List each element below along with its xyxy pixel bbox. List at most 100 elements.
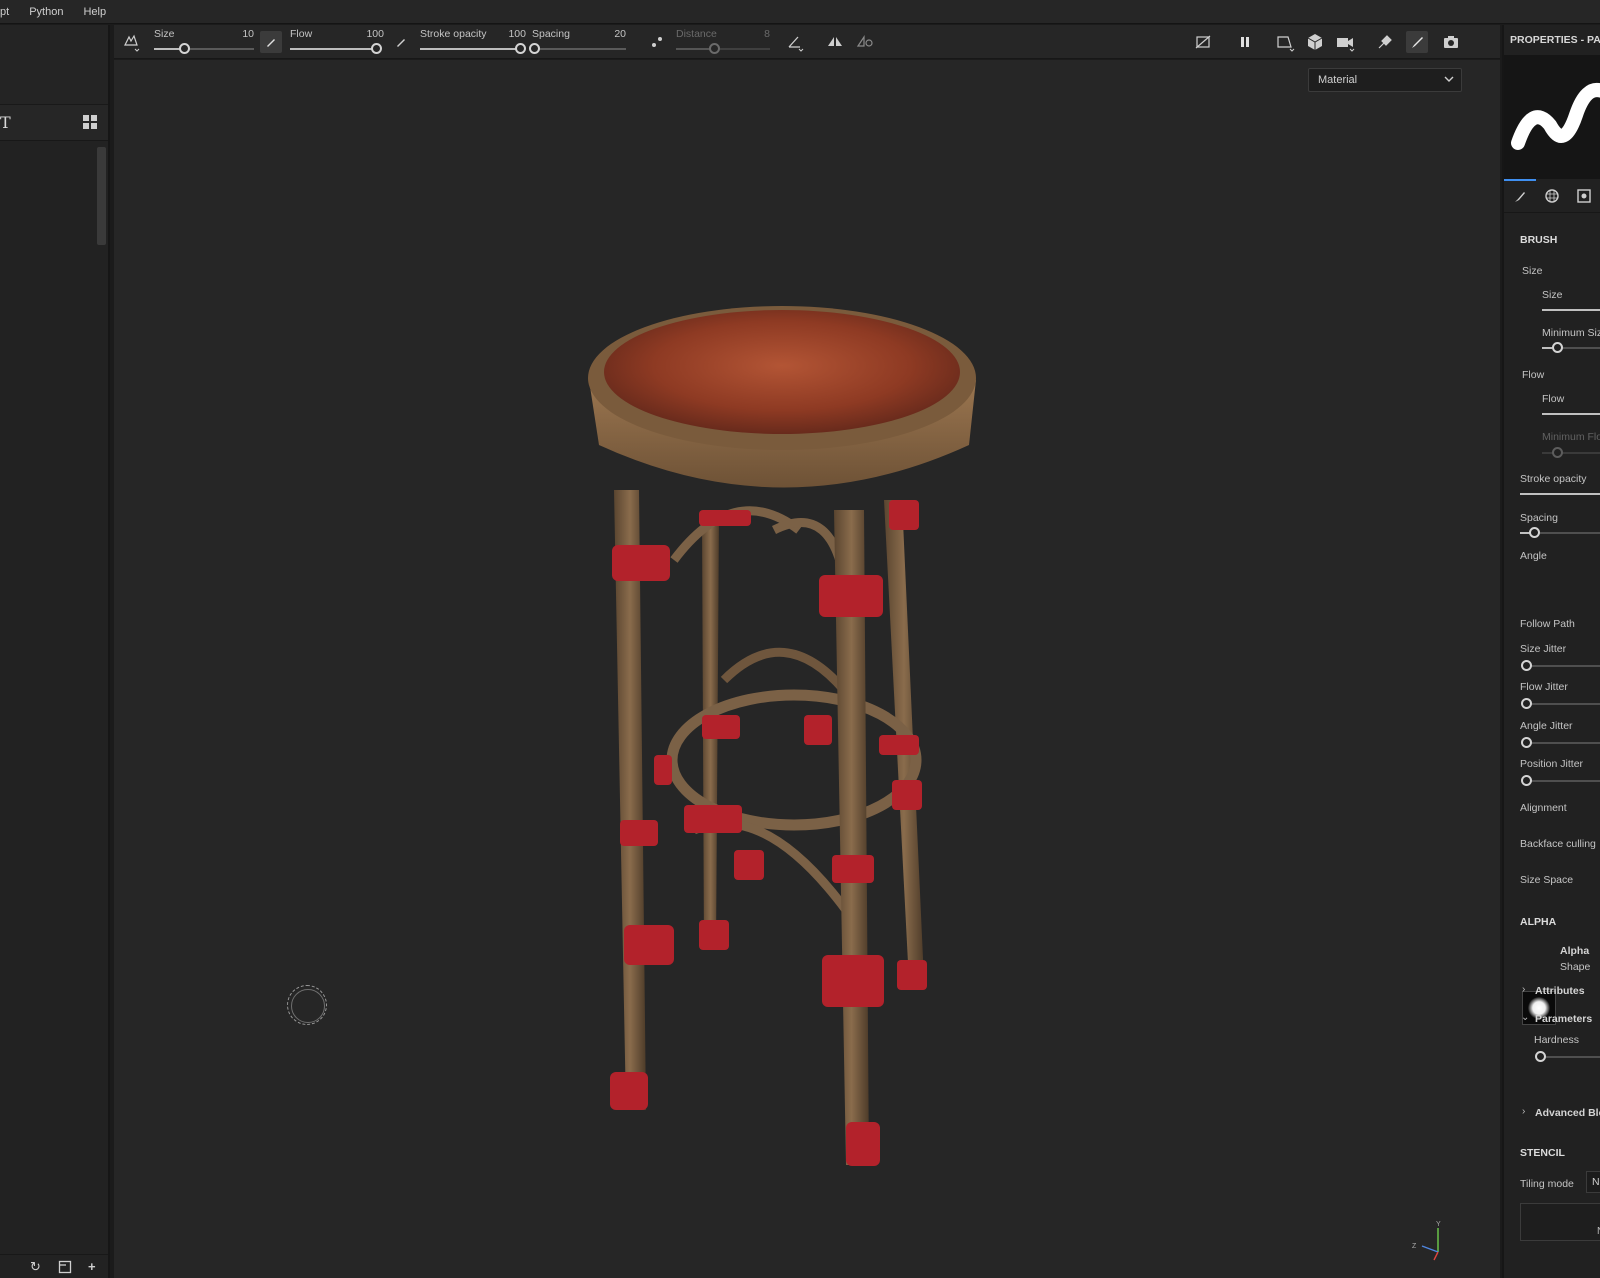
axis-gizmo: Y Z — [1412, 1221, 1441, 1261]
mirror-settings-icon[interactable] — [854, 31, 876, 53]
render-icon[interactable] — [1374, 31, 1396, 53]
minimum-flow-knob[interactable] — [1552, 447, 1563, 458]
toolbar-stroke-opacity-slider[interactable]: Stroke opacity 100 — [420, 25, 526, 59]
attributes-group-toggle[interactable]: Attributes — [1535, 985, 1585, 997]
size-group-label: Size — [1522, 265, 1543, 277]
pressure-flow-toggle[interactable] — [390, 31, 412, 53]
refresh-icon[interactable]: ↻ — [30, 1259, 41, 1275]
flow-jitter-label: Flow Jitter — [1520, 681, 1568, 693]
chevron-right-icon[interactable]: › — [1522, 1106, 1525, 1117]
size-label: Size — [1542, 289, 1563, 301]
size-jitter-knob[interactable] — [1521, 660, 1532, 671]
toolbar-size-value: 10 — [242, 28, 254, 40]
brush-tab-icon — [1515, 192, 1525, 202]
material-sphere-icon — [1545, 189, 1559, 203]
stroke-opacity-fill[interactable] — [1520, 493, 1600, 495]
view-3d-cube-icon[interactable] — [1304, 31, 1326, 53]
position-jitter-knob[interactable] — [1521, 775, 1532, 786]
hide-ui-icon[interactable] — [1192, 31, 1214, 53]
pause-icon — [1241, 37, 1249, 47]
advanced-blending-toggle[interactable]: Advanced Ble — [1535, 1107, 1600, 1119]
pressure-size-toggle[interactable] — [260, 31, 282, 53]
stencil-drop-area[interactable]: N — [1520, 1203, 1600, 1241]
toolbar-stroke-opacity-fill — [420, 48, 520, 50]
spacing-knob[interactable] — [1529, 527, 1540, 538]
stencil-section-header: STENCIL — [1520, 1147, 1565, 1159]
size-jitter-track — [1526, 665, 1600, 667]
toolbar-flow-slider[interactable]: Flow 100 — [290, 25, 384, 59]
chevron-right-icon[interactable]: › — [1522, 984, 1525, 995]
pen-pressure-icon — [267, 39, 275, 47]
flow-jitter-knob[interactable] — [1521, 698, 1532, 709]
left-panel-scrollbar[interactable] — [97, 147, 106, 245]
toolbar-spacing-value: 20 — [614, 28, 626, 40]
minimum-size-knob[interactable] — [1552, 342, 1563, 353]
tiling-mode-dropdown[interactable]: No — [1586, 1171, 1600, 1193]
menu-item-script[interactable]: pt — [0, 6, 9, 18]
properties-tabs — [1504, 179, 1600, 213]
size-jitter-label: Size Jitter — [1520, 643, 1567, 655]
toolbar-flow-knob[interactable] — [371, 43, 382, 54]
angle-jitter-knob[interactable] — [1521, 737, 1532, 748]
symmetry-tool-icon[interactable] — [120, 31, 142, 53]
stencil-icon — [1577, 189, 1591, 203]
menu-item-help[interactable]: Help — [83, 6, 106, 18]
pause-button[interactable] — [1234, 31, 1256, 53]
left-panel-footer: ↻ + — [0, 1254, 108, 1278]
tiling-mode-value: No — [1592, 1176, 1600, 1188]
camera-video-icon[interactable] — [1334, 31, 1356, 53]
alignment-label: Alignment — [1520, 802, 1567, 814]
tab-stencil[interactable] — [1568, 179, 1600, 213]
chevron-down-icon[interactable]: ⌄ — [1521, 1012, 1529, 1023]
toolbar-spacing-slider[interactable]: Spacing 20 — [528, 25, 626, 59]
toolbar-spacing-track — [532, 48, 626, 50]
gizmo-y-label: Y — [1436, 1221, 1441, 1228]
properties-panel-title: PROPERTIES - PAIN — [1510, 34, 1600, 46]
angle-tool-icon[interactable] — [784, 31, 806, 53]
new-folder-icon[interactable] — [58, 1260, 72, 1274]
minimum-size-label: Minimum Siz — [1542, 327, 1600, 339]
viewport-mode-dropdown[interactable]: Material — [1308, 68, 1462, 92]
3d-viewport[interactable]: Material Y Z — [114, 60, 1500, 1278]
bar-stool-model — [588, 306, 976, 1166]
hardness-knob[interactable] — [1535, 1051, 1546, 1062]
position-jitter-label: Position Jitter — [1520, 758, 1584, 770]
toolbar-spacing-knob[interactable] — [528, 43, 540, 54]
alpha-type: Shape — [1560, 961, 1591, 973]
toolbar-size-knob[interactable] — [179, 43, 190, 54]
minimum-flow-label: Minimum Flo — [1542, 431, 1600, 443]
minimum-size-fill — [1542, 347, 1552, 349]
toolbar-distance-knob[interactable] — [708, 43, 720, 54]
menu-bar: pt Python Help — [0, 0, 1600, 24]
left-panel-tab-bar: T — [0, 105, 108, 141]
toolbar-stroke-opacity-knob[interactable] — [515, 43, 526, 54]
position-jitter-track — [1526, 780, 1600, 782]
add-icon[interactable]: + — [88, 1259, 96, 1274]
toolbar-distance-value: 8 — [764, 28, 770, 40]
view-2d-icon[interactable] — [1274, 31, 1296, 53]
left-panel: T ↻ + — [0, 25, 110, 1278]
mirror-icon[interactable] — [824, 31, 846, 53]
parameters-group-toggle[interactable]: Parameters — [1535, 1013, 1592, 1025]
chevron-down-icon — [1444, 76, 1454, 82]
toolbar-size-slider[interactable]: Size 10 — [154, 25, 254, 59]
spacing-track — [1530, 532, 1600, 534]
lazy-mouse-toggle[interactable] — [646, 31, 668, 53]
alpha-name: Alpha — [1560, 945, 1590, 957]
toolbar-distance-slider[interactable]: Distance 8 — [676, 25, 770, 59]
angle-jitter-label: Angle Jitter — [1520, 720, 1573, 732]
tab-brush[interactable] — [1504, 179, 1536, 213]
minimum-flow-track — [1542, 452, 1600, 454]
grid-view-icon[interactable] — [82, 114, 98, 130]
paint-mode-button[interactable] — [1406, 31, 1428, 53]
angle-jitter-track — [1526, 742, 1600, 744]
tab-material[interactable] — [1536, 179, 1568, 213]
toolbar-stroke-opacity-label: Stroke opacity — [420, 28, 487, 40]
size-slider-fill[interactable] — [1542, 309, 1600, 311]
text-tool-icon[interactable]: T — [0, 113, 11, 132]
stroke-opacity-label: Stroke opacity — [1520, 473, 1587, 485]
menu-item-python[interactable]: Python — [29, 6, 63, 18]
flow-group-label: Flow — [1522, 369, 1545, 381]
screenshot-camera-icon[interactable] — [1440, 31, 1462, 53]
flow-slider-fill[interactable] — [1542, 413, 1600, 415]
